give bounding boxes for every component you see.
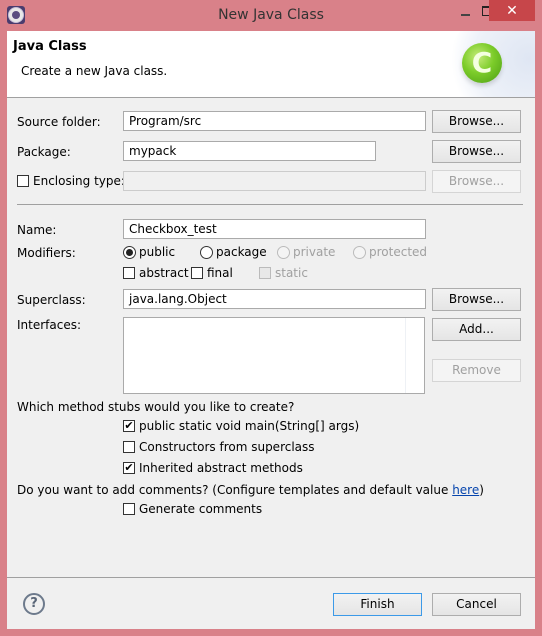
footer-separator: [7, 577, 535, 578]
interfaces-label: Interfaces:: [17, 318, 82, 332]
private-radio[interactable]: [277, 246, 290, 259]
configure-templates-link[interactable]: here: [452, 483, 479, 497]
enclosing-type-browse-button[interactable]: Browse...: [432, 170, 521, 193]
interfaces-scrollbar[interactable]: [405, 318, 424, 393]
wizard-header: Java Class Create a new Java class. C: [7, 31, 535, 98]
superclass-input[interactable]: java.lang.Object: [123, 289, 426, 309]
separator: [17, 204, 523, 205]
inherited-methods-label: Inherited abstract methods: [139, 461, 303, 475]
constructors-checkbox[interactable]: [123, 441, 135, 453]
help-icon[interactable]: ?: [23, 593, 45, 615]
generate-comments-label: Generate comments: [139, 502, 263, 516]
close-button[interactable]: ✕: [489, 0, 535, 21]
cancel-button[interactable]: Cancel: [432, 593, 521, 616]
abstract-checkbox-label: abstract: [139, 266, 189, 280]
constructors-label: Constructors from superclass: [139, 440, 315, 454]
public-radio-label: public: [139, 245, 176, 259]
static-checkbox[interactable]: [259, 267, 271, 279]
inherited-methods-checkbox[interactable]: ✔: [123, 462, 135, 474]
close-icon: ✕: [506, 2, 518, 19]
public-radio[interactable]: [123, 246, 136, 259]
add-interface-button[interactable]: Add...: [432, 318, 521, 341]
source-folder-browse-button[interactable]: Browse...: [432, 110, 521, 133]
source-folder-label: Source folder:: [17, 115, 101, 129]
minimize-icon: [460, 13, 470, 16]
generate-comments-checkbox[interactable]: [123, 503, 135, 515]
modifiers-label: Modifiers:: [17, 246, 76, 260]
name-input[interactable]: Checkbox_test: [123, 219, 426, 239]
protected-radio[interactable]: [353, 246, 366, 259]
interfaces-list[interactable]: [123, 317, 425, 394]
remove-interface-button[interactable]: Remove: [432, 359, 521, 382]
package-input[interactable]: mypack: [123, 141, 376, 161]
final-checkbox[interactable]: [191, 267, 203, 279]
finish-button[interactable]: Finish: [333, 593, 422, 616]
main-method-label: public static void main(String[] args): [139, 419, 360, 433]
main-method-checkbox[interactable]: ✔: [123, 420, 135, 432]
source-folder-input[interactable]: Program/src: [123, 111, 426, 131]
enclosing-type-label: Enclosing type:: [33, 174, 125, 188]
abstract-checkbox[interactable]: [123, 267, 135, 279]
check-icon: ✔: [124, 461, 134, 474]
final-checkbox-label: final: [207, 266, 233, 280]
name-label: Name:: [17, 223, 57, 237]
wizard-title: Java Class: [13, 39, 87, 54]
java-class-c-icon: C: [462, 43, 502, 83]
title-bar: New Java Class ✕: [0, 0, 542, 31]
package-radio-label: package: [216, 245, 267, 259]
check-icon: ✔: [124, 419, 134, 432]
static-checkbox-label: static: [275, 266, 308, 280]
enclosing-type-input[interactable]: [123, 171, 426, 191]
superclass-browse-button[interactable]: Browse...: [432, 288, 521, 311]
protected-radio-label: protected: [369, 245, 428, 259]
package-radio[interactable]: [200, 246, 213, 259]
comments-question: Do you want to add comments? (Configure …: [17, 483, 484, 497]
dialog-body: Java Class Create a new Java class. C So…: [7, 31, 535, 629]
wizard-description: Create a new Java class.: [21, 64, 168, 78]
enclosing-type-checkbox[interactable]: [17, 175, 29, 187]
stubs-question: Which method stubs would you like to cre…: [17, 400, 295, 414]
private-radio-label: private: [293, 245, 336, 259]
package-label: Package:: [17, 145, 71, 159]
package-browse-button[interactable]: Browse...: [432, 140, 521, 163]
superclass-label: Superclass:: [17, 293, 86, 307]
